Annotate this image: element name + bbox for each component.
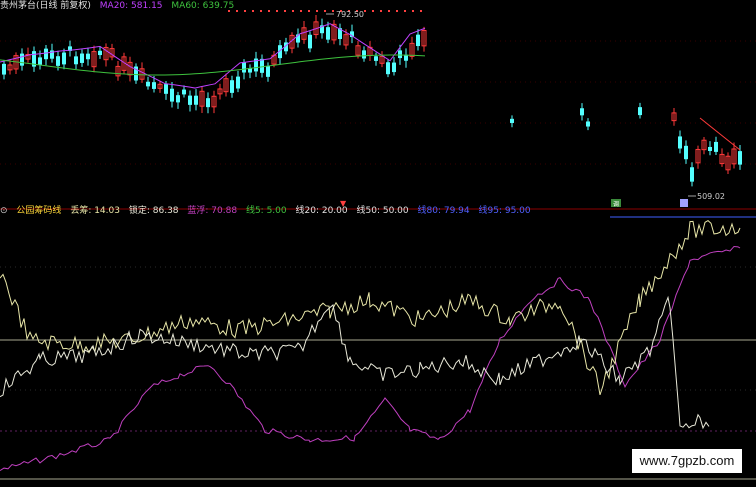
marker-dot bbox=[276, 10, 278, 12]
marker-dot bbox=[332, 10, 334, 12]
candle-body bbox=[586, 121, 590, 127]
ind-item-5: 线50: 50.00 bbox=[356, 206, 409, 216]
candle-body bbox=[182, 89, 186, 95]
indicator-name[interactable]: 公园筹码线 bbox=[16, 206, 61, 216]
candle-body bbox=[170, 88, 174, 102]
candle-body bbox=[86, 53, 90, 60]
marker-dot bbox=[412, 10, 414, 12]
candle-body bbox=[206, 98, 210, 108]
white-indicator-line bbox=[0, 295, 710, 430]
marker-dot bbox=[404, 10, 406, 12]
marker-dot bbox=[324, 10, 326, 12]
candle-body bbox=[690, 167, 694, 182]
marker-dot bbox=[260, 10, 262, 12]
candle-body bbox=[194, 95, 198, 105]
candle-body bbox=[98, 50, 102, 56]
candle-body bbox=[80, 53, 84, 63]
candle-body bbox=[188, 95, 192, 105]
stock-title: 贵州茅台(日线 前复权) bbox=[0, 1, 91, 11]
candle-body bbox=[176, 95, 180, 103]
candle-body bbox=[398, 50, 402, 59]
trade-flag-blue[interactable] bbox=[680, 199, 688, 207]
candle-body bbox=[738, 151, 742, 165]
candle-body bbox=[242, 62, 246, 73]
ind-item-2: 蓝浮: 70.88 bbox=[187, 206, 238, 216]
candle-body bbox=[326, 27, 330, 40]
marker-dot bbox=[388, 10, 390, 12]
candle-body bbox=[392, 62, 396, 73]
marker-dot bbox=[292, 10, 294, 12]
ind-item-7: 线95: 95.00 bbox=[478, 206, 531, 216]
candle-body bbox=[684, 145, 688, 160]
candle-body bbox=[38, 57, 42, 65]
candle-body bbox=[164, 84, 168, 94]
ind-item-6: 线80: 79.94 bbox=[417, 206, 470, 216]
ind-item-0: 丢筹: 14.03 bbox=[70, 206, 120, 216]
watermark: www.7gpzb.com bbox=[632, 449, 742, 473]
candle-body bbox=[714, 141, 718, 152]
marker-dot bbox=[284, 10, 286, 12]
candle-body bbox=[44, 48, 48, 60]
candle-body bbox=[308, 34, 312, 49]
candle-body bbox=[152, 82, 156, 89]
ind-item-1: 锁定: 86.38 bbox=[128, 206, 179, 216]
candle-body bbox=[416, 34, 420, 47]
marker-dot bbox=[372, 10, 374, 12]
pink-indicator-line bbox=[0, 245, 741, 471]
candle-body bbox=[56, 56, 60, 66]
marker-dot bbox=[316, 10, 318, 12]
candle-body bbox=[2, 63, 6, 75]
marker-dot bbox=[308, 10, 310, 12]
candle-body bbox=[260, 58, 264, 73]
yellow-indicator-line bbox=[0, 219, 741, 396]
marker-dot bbox=[364, 10, 366, 12]
low-price-label: 509.02 bbox=[697, 192, 725, 201]
price-chart[interactable]: 792.50 509.02 调 ▼ bbox=[0, 0, 756, 487]
candle-body bbox=[362, 50, 366, 59]
marker-dot bbox=[300, 10, 302, 12]
ma60-legend: MA60: 639.75 bbox=[171, 1, 235, 11]
candle-body bbox=[638, 107, 642, 116]
candle-body bbox=[146, 81, 150, 87]
candle-body bbox=[20, 53, 24, 66]
candle-body bbox=[74, 56, 78, 65]
candle-body bbox=[266, 66, 270, 77]
ma20-legend: MA20: 581.15 bbox=[99, 1, 163, 11]
marker-dot bbox=[420, 10, 422, 12]
marker-dot bbox=[244, 10, 246, 12]
candle-body bbox=[374, 56, 378, 61]
marker-dot bbox=[252, 10, 254, 12]
candle-body bbox=[580, 108, 584, 116]
candle-body bbox=[678, 136, 682, 149]
candle-body bbox=[230, 80, 234, 93]
candle-body bbox=[62, 52, 66, 65]
marker-dot bbox=[380, 10, 382, 12]
settings-icon[interactable]: ⊙ bbox=[0, 206, 8, 216]
candle-body bbox=[510, 118, 514, 123]
top-header: 贵州茅台(日线 前复权) MA20: 581.15 MA60: 639.75 bbox=[0, 0, 240, 12]
candlesticks bbox=[2, 10, 742, 187]
indicator-header: ⊙ 公园筹码线 丢筹: 14.03 锁定: 86.38 蓝浮: 70.88 线5… bbox=[0, 205, 537, 217]
trade-flag-text: 调 bbox=[613, 200, 619, 208]
high-price-label: 792.50 bbox=[336, 10, 364, 19]
marker-dot bbox=[396, 10, 398, 12]
candle-body bbox=[236, 76, 240, 89]
candle-body bbox=[386, 62, 390, 75]
candle-body bbox=[708, 146, 712, 151]
marker-dot bbox=[268, 10, 270, 12]
ind-item-4: 线20: 20.00 bbox=[295, 206, 348, 216]
ind-item-3: 线5: 5.00 bbox=[245, 206, 287, 216]
